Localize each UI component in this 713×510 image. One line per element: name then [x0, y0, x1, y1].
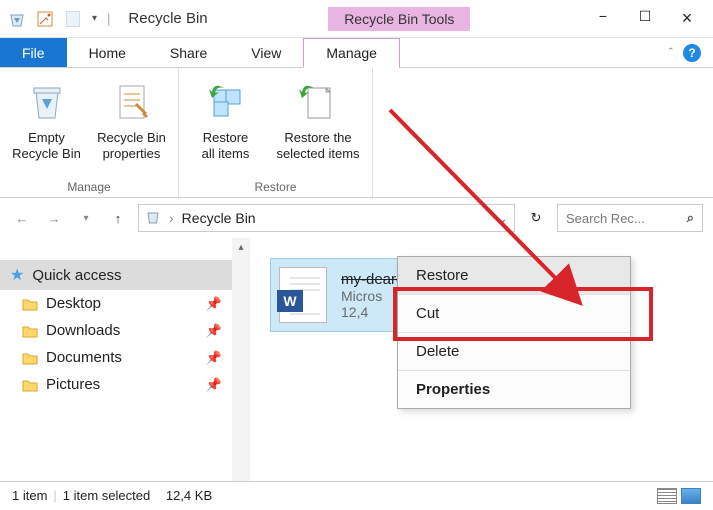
sidebar-item-documents[interactable]: Documents 📌: [0, 344, 232, 371]
status-bar: 1 item | 1 item selected 12,4 KB: [0, 481, 713, 509]
title-bar: ▾ | Recycle Bin Recycle Bin Tools − ☐ ×: [0, 0, 713, 38]
file-list[interactable]: W my-dearest-document.docx Micros 12,4 R…: [250, 238, 713, 481]
sidebar-item-desktop[interactable]: Desktop 📌: [0, 290, 232, 317]
minimize-button[interactable]: −: [591, 8, 615, 29]
word-document-icon: W: [279, 267, 327, 323]
tab-view[interactable]: View: [229, 38, 303, 67]
search-placeholder: Search Rec...: [566, 211, 645, 226]
maximize-button[interactable]: ☐: [633, 8, 657, 29]
context-menu-restore[interactable]: Restore: [398, 257, 630, 295]
qat-dropdown-icon[interactable]: ▾: [92, 13, 97, 24]
contextual-tab-label: Recycle Bin Tools: [328, 7, 470, 31]
main-area: ★ Quick access Desktop 📌 Downloads 📌 Doc…: [0, 238, 713, 481]
recycle-bin-properties-button[interactable]: Recycle Binproperties: [89, 72, 174, 177]
ribbon-group-manage: EmptyRecycle Bin Recycle Binproperties M…: [0, 68, 179, 197]
sidebar-item-downloads[interactable]: Downloads 📌: [0, 317, 232, 344]
address-bar[interactable]: › Recycle Bin ⌄: [138, 204, 515, 232]
recycle-bin-icon: [8, 10, 26, 28]
context-menu: Restore Cut Delete Properties: [397, 256, 631, 409]
restore-selected-button[interactable]: Restore theselected items: [268, 72, 368, 177]
up-button[interactable]: ↑: [106, 206, 130, 230]
ribbon-group-label: Manage: [4, 177, 174, 197]
restore-selected-icon: [296, 80, 340, 124]
recent-dropdown-icon[interactable]: ▾: [74, 206, 98, 230]
restore-all-icon: [204, 80, 248, 124]
scroll-up-icon[interactable]: ▴: [238, 242, 243, 253]
back-button[interactable]: ←: [10, 206, 34, 230]
ribbon-tabs: File Home Share View Manage ˆ ?: [0, 38, 713, 68]
folder-icon: [22, 297, 38, 311]
search-icon: ⌕: [687, 210, 694, 226]
sidebar-quick-access[interactable]: ★ Quick access: [0, 260, 232, 290]
tab-share[interactable]: Share: [148, 38, 229, 67]
quick-access-toolbar: ▾ |: [8, 10, 110, 28]
trash-icon: [25, 80, 69, 124]
forward-button[interactable]: →: [42, 206, 66, 230]
window-title: Recycle Bin: [128, 10, 207, 27]
properties-icon[interactable]: [36, 10, 54, 28]
context-menu-cut[interactable]: Cut: [398, 295, 630, 333]
close-button[interactable]: ×: [675, 8, 699, 29]
navigation-pane: ★ Quick access Desktop 📌 Downloads 📌 Doc…: [0, 238, 250, 481]
folder-icon: [22, 324, 38, 338]
tab-manage[interactable]: Manage: [303, 38, 400, 68]
status-size: 12,4 KB: [166, 488, 212, 503]
star-icon: ★: [10, 265, 24, 285]
empty-recycle-bin-button[interactable]: EmptyRecycle Bin: [4, 72, 89, 177]
status-item-count: 1 item: [12, 488, 47, 503]
context-menu-properties[interactable]: Properties: [398, 371, 630, 408]
ribbon: EmptyRecycle Bin Recycle Binproperties M…: [0, 68, 713, 198]
sidebar-item-pictures[interactable]: Pictures 📌: [0, 371, 232, 398]
ribbon-group-restore: Restoreall items Restore theselected ite…: [179, 68, 373, 197]
document-icon[interactable]: [64, 10, 82, 28]
pin-icon: 📌: [206, 323, 222, 339]
folder-icon: [22, 378, 38, 392]
pin-icon: 📌: [206, 296, 222, 312]
tab-home[interactable]: Home: [67, 38, 148, 67]
context-menu-delete[interactable]: Delete: [398, 333, 630, 371]
tab-file[interactable]: File: [0, 38, 67, 67]
breadcrumb-location[interactable]: Recycle Bin: [182, 210, 256, 226]
refresh-button[interactable]: ↻: [523, 210, 549, 226]
address-dropdown-icon[interactable]: ⌄: [496, 210, 508, 227]
window-controls: − ☐ ×: [591, 8, 705, 29]
sidebar-scrollbar[interactable]: ▴: [232, 238, 250, 481]
properties-sheet-icon: [110, 80, 154, 124]
help-button[interactable]: ?: [683, 44, 701, 62]
folder-icon: [22, 351, 38, 365]
restore-all-button[interactable]: Restoreall items: [183, 72, 268, 177]
details-view-button[interactable]: [657, 488, 677, 504]
ribbon-group-label: Restore: [183, 177, 368, 197]
ribbon-collapse-icon[interactable]: ˆ: [669, 45, 673, 60]
search-box[interactable]: Search Rec... ⌕: [557, 204, 703, 232]
pin-icon: 📌: [206, 350, 222, 366]
navigation-bar: ← → ▾ ↑ › Recycle Bin ⌄ ↻ Search Rec... …: [0, 198, 713, 238]
view-buttons: [657, 488, 701, 504]
pin-icon: 📌: [206, 377, 222, 393]
status-selected: 1 item selected: [63, 488, 150, 503]
recycle-bin-small-icon: [145, 209, 161, 228]
thumbnails-view-button[interactable]: [681, 488, 701, 504]
breadcrumb-sep: ›: [169, 210, 174, 226]
